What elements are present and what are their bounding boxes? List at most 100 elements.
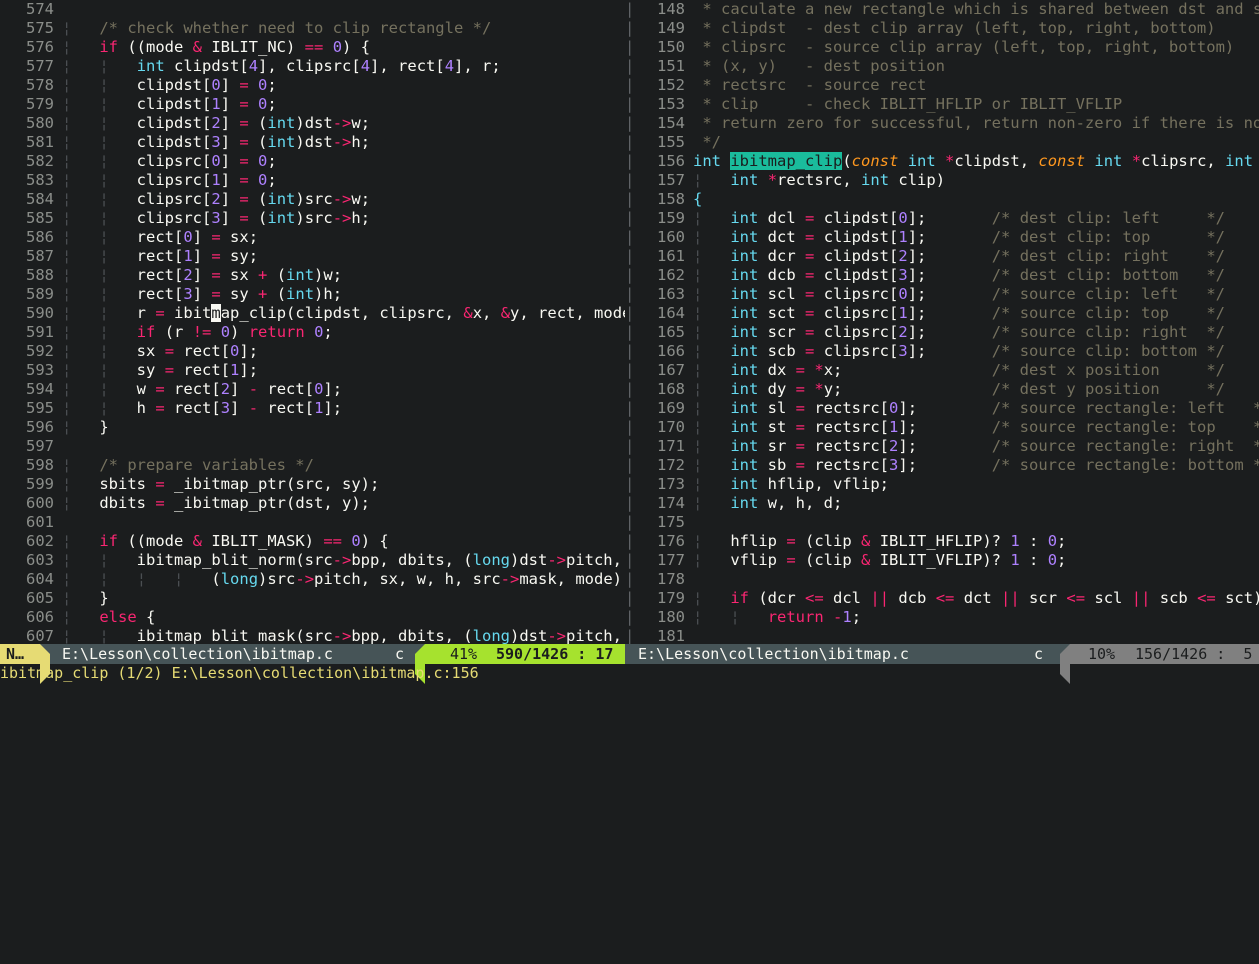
right-cursor-position: 156/1426 : 5: [1135, 645, 1253, 663]
right-editor-pane[interactable]: 148 * caculate a new rectangle which is …: [633, 0, 1259, 644]
code-text: ¦ }: [62, 589, 109, 607]
code-line[interactable]: 582 ¦ ¦ clipsrc[0] = 0;: [0, 152, 277, 171]
code-line[interactable]: 581 ¦ ¦ clipdst[3] = (int)dst->h;: [0, 133, 370, 152]
vertical-split-separator[interactable]: | | | | | | | | | | | | | | | | | | | | | | | | | | | | | | | | | |: [625, 0, 634, 645]
code-text: ¦ ¦ sx = rect[0];: [62, 342, 259, 360]
code-line[interactable]: 602 ¦ if ((mode & IBLIT_MASK) == 0) {: [0, 532, 389, 551]
code-line[interactable]: 599 ¦ sbits = _ibitmap_ptr(src, sy);: [0, 475, 379, 494]
code-line[interactable]: 150 * clipsrc - source clip array (left,…: [633, 38, 1234, 57]
code-line[interactable]: 152 * rectsrc - source rect: [633, 76, 926, 95]
code-line[interactable]: 596 ¦ }: [0, 418, 109, 437]
line-number: 175: [657, 513, 685, 531]
code-line[interactable]: 157 ¦ int *rectsrc, int clip): [633, 171, 945, 190]
code-line[interactable]: 155 */: [633, 133, 721, 152]
code-line[interactable]: 174 ¦ int w, h, d;: [633, 494, 842, 513]
code-line[interactable]: 166 ¦ int scb = clipsrc[3]; /* source cli…: [633, 342, 1225, 361]
line-number: 180: [657, 608, 685, 626]
code-line[interactable]: 585 ¦ ¦ clipsrc[3] = (int)src->h;: [0, 209, 370, 228]
code-line[interactable]: 597: [0, 437, 62, 456]
code-line[interactable]: 594 ¦ ¦ w = rect[2] - rect[0];: [0, 380, 342, 399]
code-line[interactable]: 175: [633, 513, 693, 532]
code-text: ¦ ¦ clipdst[0] = 0;: [62, 76, 277, 94]
code-text: * return zero for successful, return non…: [693, 114, 1259, 132]
code-text: ¦ vflip = (clip & IBLIT_VFLIP)? 1 : 0;: [693, 551, 1067, 569]
code-text: ¦ hflip = (clip & IBLIT_HFLIP)? 1 : 0;: [693, 532, 1067, 550]
code-line[interactable]: 167 ¦ int dx = *x; /* dest x position */: [633, 361, 1225, 380]
code-line[interactable]: 181: [633, 627, 693, 644]
code-line[interactable]: 603 ¦ ¦ ibitmap_blit_norm(src->bpp, dbits…: [0, 551, 625, 570]
code-text: ¦ int sr = rectsrc[2]; /* source rectang…: [693, 437, 1259, 455]
code-line[interactable]: 148 * caculate a new rectangle which is …: [633, 0, 1259, 19]
code-line[interactable]: 158 {: [633, 190, 702, 209]
code-line[interactable]: 588 ¦ ¦ rect[2] = sx + (int)w;: [0, 266, 342, 285]
code-line[interactable]: 151 * (x, y) - dest position: [633, 57, 945, 76]
code-line[interactable]: 587 ¦ ¦ rect[1] = sy;: [0, 247, 258, 266]
code-line[interactable]: 577 ¦ ¦ int clipdst[4], clipsrc[4], rect[…: [0, 57, 501, 76]
line-number: 598: [26, 456, 54, 474]
code-line[interactable]: 595 ¦ ¦ h = rect[3] - rect[1];: [0, 399, 342, 418]
line-number: 158: [657, 190, 685, 208]
code-line[interactable]: 169 ¦ int sl = rectsrc[0]; /* source rect…: [633, 399, 1259, 418]
code-text: ¦ ¦ rect[1] = sy;: [62, 247, 259, 265]
code-line[interactable]: 605 ¦ }: [0, 589, 109, 608]
code-line[interactable]: 149 * clipdst - dest clip array (left, t…: [633, 19, 1216, 38]
code-line[interactable]: 165 ¦ int scr = clipsrc[2]; /* source cli…: [633, 323, 1225, 342]
line-number: 178: [657, 570, 685, 588]
line-number: 150: [657, 38, 685, 56]
code-text: * caculate a new rectangle which is shar…: [693, 0, 1259, 18]
code-line[interactable]: 575 ¦ /* check whether need to clip recta…: [0, 19, 491, 38]
code-text: ¦ ¦ clipdst[3] = (int)dst->h;: [62, 133, 371, 151]
code-text: * clipsrc - source clip array (left, top…: [693, 38, 1235, 56]
code-line[interactable]: 584 ¦ ¦ clipsrc[2] = (int)src->w;: [0, 190, 370, 209]
code-line[interactable]: 164 ¦ int sct = clipsrc[1]; /* source cli…: [633, 304, 1225, 323]
code-text: ¦ int sct = clipsrc[1]; /* source clip: …: [693, 304, 1225, 322]
code-text: * clip - check IBLIT_HFLIP or IBLIT_VFLI…: [693, 95, 1123, 113]
code-line[interactable]: 170 ¦ int st = rectsrc[1]; /* source rect…: [633, 418, 1259, 437]
code-line[interactable]: 177 ¦ vflip = (clip & IBLIT_VFLIP)? 1 : 0…: [633, 551, 1066, 570]
code-line[interactable]: 171 ¦ int sr = rectsrc[2]; /* source rect…: [633, 437, 1259, 456]
code-line[interactable]: 580 ¦ ¦ clipdst[2] = (int)dst->w;: [0, 114, 370, 133]
code-line[interactable]: 601: [0, 513, 62, 532]
line-number: 174: [657, 494, 685, 512]
code-line[interactable]: 159 ¦ int dcl = clipdst[0]; /* dest clip:…: [633, 209, 1225, 228]
code-line[interactable]: 574: [0, 0, 62, 19]
code-line[interactable]: 179 ¦ if (dcr <= dcl || dcb <= dct || scr…: [633, 589, 1259, 608]
code-line[interactable]: 600 ¦ dbits = _ibitmap_ptr(dst, y);: [0, 494, 370, 513]
code-line[interactable]: 168 ¦ int dy = *y; /* dest y position */: [633, 380, 1225, 399]
code-line[interactable]: 583 ¦ ¦ clipsrc[1] = 0;: [0, 171, 277, 190]
code-line[interactable]: 578 ¦ ¦ clipdst[0] = 0;: [0, 76, 277, 95]
code-line[interactable]: 592 ¦ ¦ sx = rect[0];: [0, 342, 258, 361]
code-line[interactable]: 606 ¦ else {: [0, 608, 155, 627]
code-line[interactable]: 173 ¦ int hflip, vflip;: [633, 475, 889, 494]
code-line[interactable]: 156 int ibitmap_clip(const int *clipdst, …: [633, 152, 1259, 171]
code-line[interactable]: 579 ¦ ¦ clipdst[1] = 0;: [0, 95, 277, 114]
code-line[interactable]: 160 ¦ int dct = clipdst[1]; /* dest clip:…: [633, 228, 1225, 247]
code-line[interactable]: 586 ¦ ¦ rect[0] = sx;: [0, 228, 258, 247]
line-number: 576: [26, 38, 54, 56]
code-line[interactable]: 590 ¦ ¦ r = ibitmap_clip(clipdst, clipsrc…: [0, 304, 625, 323]
code-line[interactable]: 598 ¦ /* prepare variables */: [0, 456, 314, 475]
code-line[interactable]: 576 ¦ if ((mode & IBLIT_NC) == 0) {: [0, 38, 370, 57]
command-line[interactable]: ibitmap_clip (1/2) E:\Lesson\collection\…: [0, 664, 1259, 683]
code-text: ¦ ¦ clipsrc[2] = (int)src->w;: [62, 190, 371, 208]
code-line[interactable]: 591 ¦ ¦ if (r != 0) return 0;: [0, 323, 333, 342]
line-number: 607: [26, 627, 54, 644]
code-line[interactable]: 153 * clip - check IBLIT_HFLIP or IBLIT_…: [633, 95, 1122, 114]
code-text: ¦ int st = rectsrc[1]; /* source rectang…: [693, 418, 1259, 436]
code-line[interactable]: 176 ¦ hflip = (clip & IBLIT_HFLIP)? 1 : 0…: [633, 532, 1066, 551]
code-line[interactable]: 180 ¦ ¦ return -1;: [633, 608, 861, 627]
left-editor-pane[interactable]: 574 575 ¦ /* check whether need to clip re…: [0, 0, 625, 644]
code-line[interactable]: 178: [633, 570, 693, 589]
code-line[interactable]: 604 ¦ ¦ ¦ ¦ (long)src->pitch, sx, w, h, s…: [0, 570, 625, 589]
code-line[interactable]: 161 ¦ int dcr = clipdst[2]; /* dest clip:…: [633, 247, 1225, 266]
code-line[interactable]: 589 ¦ ¦ rect[3] = sy + (int)h;: [0, 285, 342, 304]
code-line[interactable]: 163 ¦ int scl = clipsrc[0]; /* source cli…: [633, 285, 1225, 304]
code-line[interactable]: 593 ¦ ¦ sy = rect[1];: [0, 361, 258, 380]
code-text: ¦ ¦ ¦ ¦ (long)src->pitch, sx, w, h, src-…: [62, 570, 625, 588]
code-line[interactable]: 154 * return zero for successful, return…: [633, 114, 1259, 133]
code-line[interactable]: 607 ¦ ¦ ibitmap_blit_mask(src->bpp, dbits…: [0, 627, 625, 644]
code-line[interactable]: 162 ¦ int dcb = clipdst[3]; /* dest clip:…: [633, 266, 1225, 285]
line-number: 170: [657, 418, 685, 436]
code-line[interactable]: 172 ¦ int sb = rectsrc[3]; /* source rect…: [633, 456, 1259, 475]
